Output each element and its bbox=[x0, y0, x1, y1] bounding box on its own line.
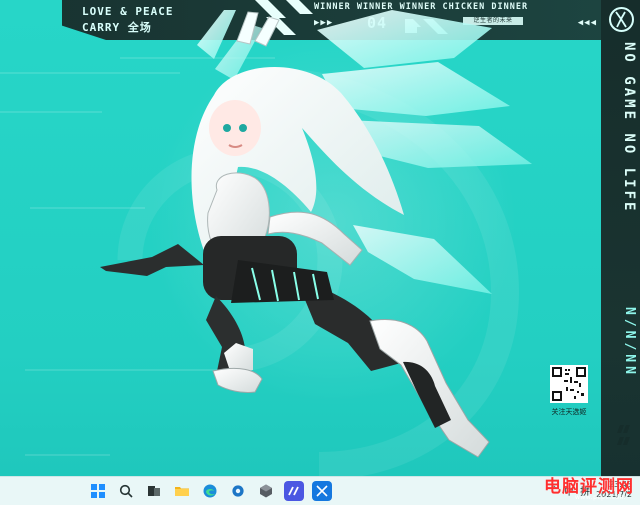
settings-icon[interactable] bbox=[228, 481, 248, 501]
right-side-panel: NO GAME NO LIFE N/N/NN bbox=[601, 0, 640, 477]
side-title-text: NO GAME NO LIFE bbox=[621, 42, 637, 214]
banner-arrows-right: ◀◀◀ bbox=[577, 18, 597, 28]
right-slashes-icon bbox=[617, 425, 630, 445]
qr-code-block: 关注天选姬 bbox=[550, 365, 588, 417]
file-explorer-icon[interactable] bbox=[172, 481, 192, 501]
qr-code-icon bbox=[550, 365, 588, 403]
task-view-icon[interactable] bbox=[144, 481, 164, 501]
logo-mark-icon bbox=[615, 11, 627, 28]
logo-circle-icon bbox=[609, 7, 634, 32]
side-subtitle-text: N/N/NN bbox=[622, 307, 637, 378]
desktop-screen: LOVE & PEACE CARRY 全场 WINNER WINNER WINN… bbox=[0, 0, 640, 505]
edge-icon[interactable] bbox=[200, 481, 220, 501]
qr-caption: 关注天选姬 bbox=[551, 408, 587, 416]
ai-app-icon[interactable] bbox=[284, 481, 304, 501]
cube-app-icon[interactable] bbox=[256, 481, 276, 501]
assistant-app-icon[interactable] bbox=[312, 481, 332, 501]
watermark-url: www.pcpc.com bbox=[574, 494, 626, 501]
search-icon[interactable] bbox=[116, 481, 136, 501]
anime-character-illustration bbox=[100, 10, 532, 458]
taskbar-icons bbox=[88, 481, 332, 501]
windows-start-icon[interactable] bbox=[88, 481, 108, 501]
